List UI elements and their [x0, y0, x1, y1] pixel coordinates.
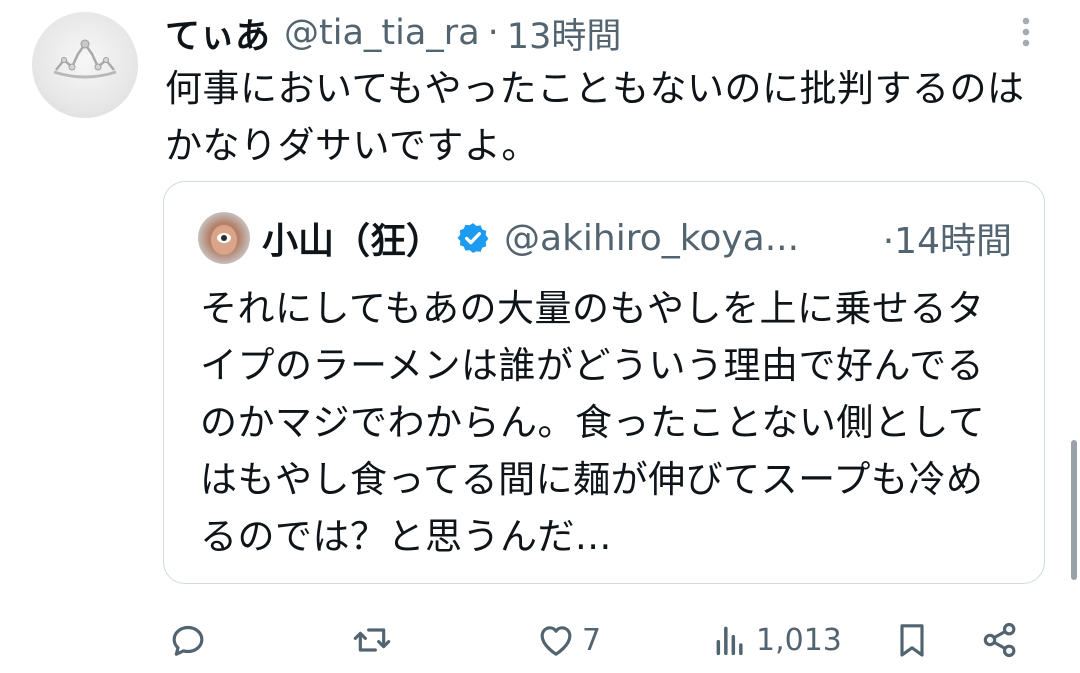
action-bar: 7 1,013 [0, 612, 1080, 668]
quoted-tweet-timestamp[interactable]: ·14時間 [883, 210, 1012, 266]
author-display-name[interactable]: てぃあ [165, 8, 270, 59]
tweet-text: 何事においてもやったこともないのに批判するのはかなりダサいですよ。 [165, 67, 1025, 167]
header-separator: · [487, 13, 499, 53]
views-count: 1,013 [756, 622, 842, 658]
heart-icon [540, 626, 572, 656]
share-button[interactable] [980, 612, 1020, 668]
quoted-author-handle[interactable]: @akihiro_koya... [504, 218, 799, 259]
quoted-tweet-card[interactable]: 小山（狂） @akihiro_koya... ·14時間 それにしてもあの大量の… [163, 181, 1045, 584]
like-count: 7 [582, 622, 602, 658]
bookmark-button[interactable] [892, 612, 932, 668]
quoted-tweet-header: 小山（狂） @akihiro_koya... [262, 210, 799, 266]
tweet-timestamp[interactable]: 13時間 [507, 8, 622, 59]
quoted-author-display-name[interactable]: 小山（狂） [262, 212, 442, 264]
retweet-icon [353, 628, 391, 652]
author-avatar[interactable] [32, 12, 138, 118]
views-icon [716, 626, 743, 656]
bookmark-icon [900, 624, 924, 657]
views-button[interactable]: 1,013 [710, 612, 842, 668]
quoted-author-avatar[interactable] [198, 212, 250, 264]
tiara-icon [53, 39, 117, 79]
like-button[interactable]: 7 [536, 612, 601, 668]
more-vertical-icon[interactable] [1012, 14, 1040, 50]
scrollbar-thumb[interactable] [1071, 440, 1077, 580]
retweet-button[interactable] [352, 612, 398, 668]
tweet-header: てぃあ @tia_tia_ra · 13時間 [165, 6, 621, 60]
author-handle[interactable]: @tia_tia_ra [284, 13, 480, 53]
hand-eye-icon [211, 225, 237, 255]
reply-icon [172, 625, 204, 656]
verified-badge-icon [457, 223, 489, 253]
quoted-tweet-text: それにしてもあの大量のもやしを上に乗せるタイプのラーメンは誰がどういう理由で好ん… [200, 287, 986, 558]
share-icon [983, 622, 1016, 658]
reply-button[interactable] [168, 612, 214, 668]
